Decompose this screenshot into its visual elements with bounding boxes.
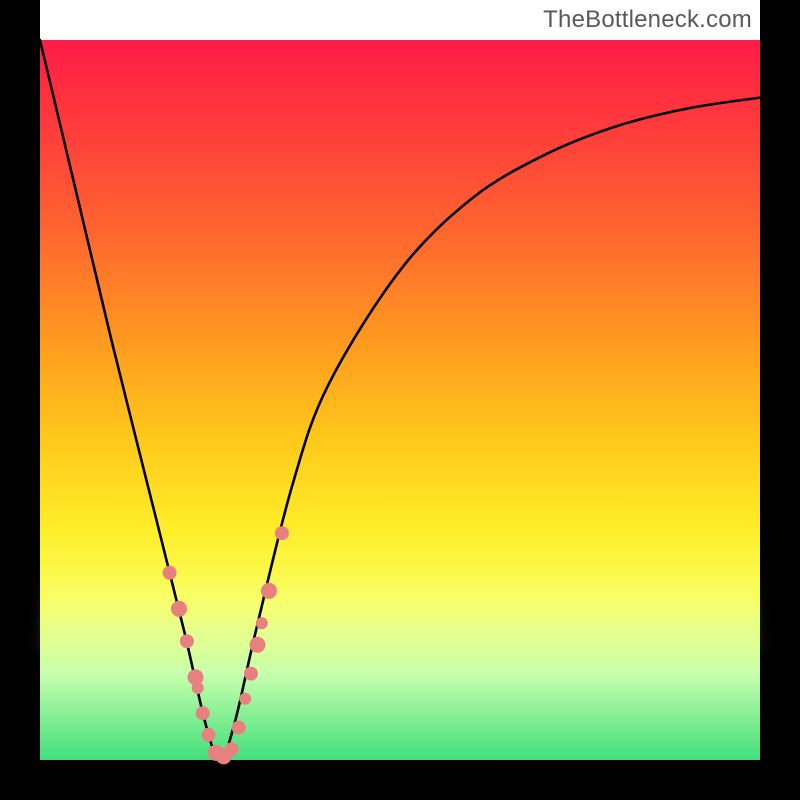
watermark-bar: TheBottleneck.com	[40, 0, 760, 40]
watermark-text: TheBottleneck.com	[543, 6, 752, 34]
curve-marker	[232, 721, 246, 735]
curve-marker	[256, 617, 268, 629]
curve-marker	[239, 693, 251, 705]
curve-marker	[225, 742, 239, 756]
curve-markers	[163, 526, 289, 764]
curve-marker	[192, 682, 204, 694]
curve-marker	[196, 706, 210, 720]
curve-marker	[163, 566, 177, 580]
curve-marker	[261, 583, 277, 599]
curve-marker	[171, 601, 187, 617]
chart-frame: TheBottleneck.com	[0, 0, 800, 800]
curve-marker	[201, 728, 215, 742]
curve-marker	[244, 667, 258, 681]
bottleneck-curve	[40, 40, 760, 760]
bottleneck-curve-svg	[40, 40, 760, 760]
curve-marker	[180, 634, 194, 648]
plot-area	[40, 40, 760, 760]
curve-marker	[249, 637, 265, 653]
curve-marker	[275, 526, 289, 540]
